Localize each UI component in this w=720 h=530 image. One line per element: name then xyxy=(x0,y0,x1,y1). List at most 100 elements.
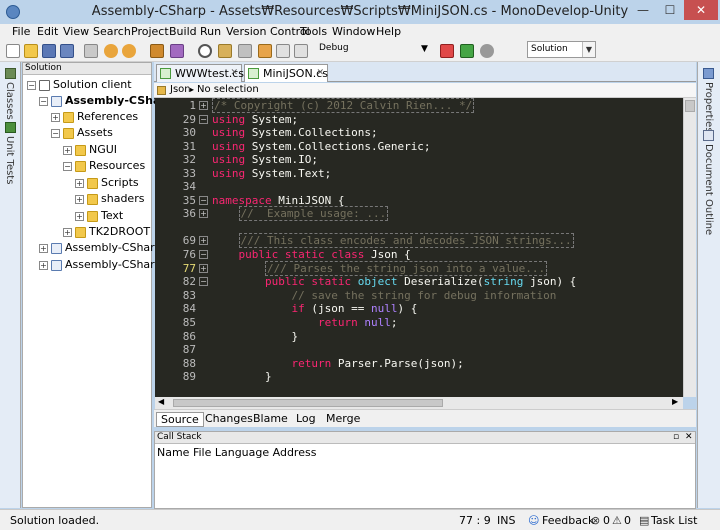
menu-view[interactable]: View xyxy=(63,25,89,38)
code-editor[interactable]: 1 29 30 31 32 33 34 35 36 69 76 77 82 83… xyxy=(155,98,683,397)
configuration-value: Debug xyxy=(319,43,349,53)
tab-source[interactable]: Source xyxy=(156,412,204,427)
scroll-right-icon[interactable]: ▶ xyxy=(672,397,678,406)
tab-minijson[interactable]: MiniJSON.cs ✕ xyxy=(244,64,328,82)
expand-icon[interactable]: + xyxy=(75,195,84,204)
fold-collapse-icon[interactable]: − xyxy=(199,277,208,286)
menu-build[interactable]: Build xyxy=(169,25,197,38)
collapse-icon[interactable]: − xyxy=(63,162,72,171)
menu-version-control[interactable]: Version Control xyxy=(226,25,310,38)
find-in-files-icon[interactable] xyxy=(218,44,232,58)
close-button[interactable]: ✕ xyxy=(684,0,718,20)
fold-collapse-icon[interactable]: − xyxy=(199,250,208,259)
menu-project[interactable]: Project xyxy=(131,25,169,38)
tab-log[interactable]: Log xyxy=(292,412,320,427)
expand-icon[interactable]: + xyxy=(51,113,60,122)
breadcrumb-member[interactable]: No selection xyxy=(197,83,259,97)
line-number-gutter: 1 29 30 31 32 33 34 35 36 69 76 77 82 83… xyxy=(155,98,198,397)
debug-step-icon[interactable] xyxy=(460,44,474,58)
code-line-77: /// Parses the string json into a value.… xyxy=(264,261,548,276)
run-icon[interactable] xyxy=(170,44,184,58)
solution-tree: − Solution client − Assembly-CSharp + Re… xyxy=(25,77,174,507)
menu-tools[interactable]: Tools xyxy=(300,25,327,38)
code-line-29: using System; xyxy=(212,113,299,126)
line-number: 86 xyxy=(182,330,196,343)
unit-tests-tab[interactable]: Unit Tests xyxy=(4,136,15,184)
menu-file[interactable]: File xyxy=(12,25,30,38)
editor-view-tabs: Source Changes Blame Log Merge xyxy=(154,409,696,427)
save-all-icon[interactable] xyxy=(60,44,74,58)
fold-expand-icon[interactable]: + xyxy=(199,209,208,218)
tab-wwwtest[interactable]: WWWtest.cs ✕ xyxy=(156,64,244,82)
platform-combo[interactable]: Solution ▼ xyxy=(527,41,596,58)
fold-expand-icon[interactable]: + xyxy=(199,101,208,110)
vertical-scrollbar[interactable] xyxy=(683,98,696,397)
expand-icon[interactable]: + xyxy=(63,146,72,155)
redo-icon[interactable] xyxy=(122,44,136,58)
tree-node-label: NGUI xyxy=(89,143,118,156)
save-icon[interactable] xyxy=(42,44,56,58)
chevron-down-icon: ▼ xyxy=(582,42,595,57)
line-number: 69 xyxy=(182,234,196,247)
classes-tab[interactable]: Classes xyxy=(4,82,15,120)
scroll-thumb[interactable] xyxy=(685,100,695,112)
code-line-32: using System.IO; xyxy=(212,153,318,166)
collapse-icon[interactable]: − xyxy=(27,81,36,90)
open-folder-icon[interactable] xyxy=(24,44,38,58)
fold-collapse-icon[interactable]: − xyxy=(199,115,208,124)
warning-count[interactable]: 0 xyxy=(624,514,631,527)
document-outline-tab[interactable]: Document Outline xyxy=(703,144,714,235)
debug-run-icon[interactable] xyxy=(440,44,454,58)
properties-icon xyxy=(703,68,714,79)
menu-search[interactable]: Search xyxy=(93,25,131,38)
line-number: 77 xyxy=(182,262,196,275)
close-icon[interactable]: ✕ xyxy=(685,432,693,442)
expand-icon[interactable]: + xyxy=(75,212,84,221)
fold-collapse-icon[interactable]: − xyxy=(199,196,208,205)
build-icon[interactable] xyxy=(150,44,164,58)
tab-merge[interactable]: Merge xyxy=(322,412,364,427)
feedback-button[interactable]: Feedback xyxy=(542,514,594,527)
options-icon[interactable] xyxy=(238,44,252,58)
line-number: 83 xyxy=(182,289,196,302)
fold-expand-icon[interactable]: + xyxy=(199,236,208,245)
new-file-icon[interactable] xyxy=(6,44,20,58)
properties-tab[interactable]: Properties xyxy=(703,82,714,133)
menu-window[interactable]: Window xyxy=(332,25,375,38)
scroll-left-icon[interactable]: ◀ xyxy=(158,397,164,406)
solution-icon xyxy=(39,80,50,91)
scroll-thumb[interactable] xyxy=(173,399,443,407)
menu-edit[interactable]: Edit xyxy=(37,25,58,38)
menu-help[interactable]: Help xyxy=(376,25,401,38)
format-icon[interactable] xyxy=(294,44,308,58)
task-list-button[interactable]: Task List xyxy=(651,514,697,527)
configuration-combo[interactable]: Debug xyxy=(316,41,414,58)
line-number: 89 xyxy=(182,370,196,383)
bookmark-icon[interactable] xyxy=(258,44,272,58)
expand-icon[interactable]: + xyxy=(63,228,72,237)
expand-icon[interactable]: + xyxy=(39,244,48,253)
menu-run[interactable]: Run xyxy=(200,25,221,38)
expand-icon[interactable]: + xyxy=(75,179,84,188)
collapse-icon[interactable]: − xyxy=(39,97,48,106)
expand-icon[interactable]: + xyxy=(39,261,48,270)
collapse-icon[interactable]: − xyxy=(51,129,60,138)
fold-expand-icon[interactable]: + xyxy=(199,264,208,273)
minimize-button[interactable]: — xyxy=(630,0,656,20)
close-icon[interactable]: ✕ xyxy=(316,65,324,82)
tab-blame[interactable]: Blame xyxy=(249,412,292,427)
undo-icon[interactable] xyxy=(104,44,118,58)
cut-icon[interactable] xyxy=(84,44,98,58)
close-icon[interactable]: ✕ xyxy=(230,65,238,82)
attach-icon[interactable] xyxy=(480,44,494,58)
error-count[interactable]: 0 xyxy=(603,514,610,527)
pin-icon[interactable]: ▫ xyxy=(673,432,679,442)
horizontal-scrollbar[interactable]: ◀ ▶ xyxy=(155,397,683,409)
maximize-button[interactable]: ☐ xyxy=(657,0,683,20)
search-icon[interactable] xyxy=(198,44,212,58)
status-message: Solution loaded. xyxy=(10,514,100,527)
breadcrumb-type[interactable]: Json xyxy=(170,83,191,97)
toggle-icon[interactable] xyxy=(276,44,290,58)
left-dock: Classes Unit Tests xyxy=(0,62,21,508)
dropdown-icon[interactable]: ▼ xyxy=(421,44,428,54)
